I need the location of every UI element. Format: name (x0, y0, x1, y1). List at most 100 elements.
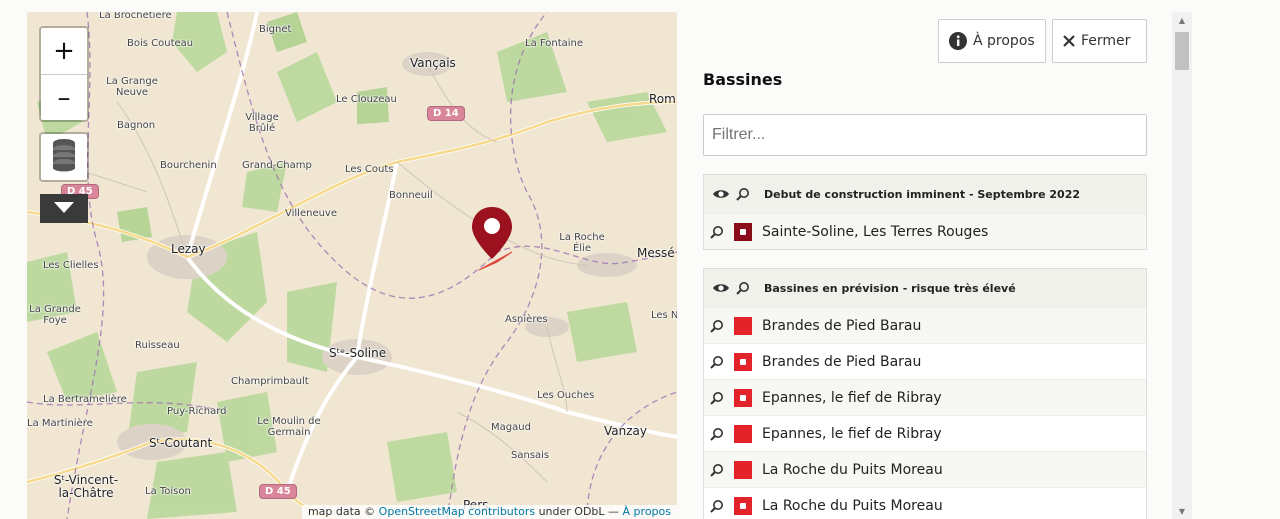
caret-down-icon (54, 199, 74, 218)
feature-label[interactable]: Sainte-Soline, Les Terres Rouges (762, 224, 988, 240)
place-label: Sᵗ-Coutant (149, 436, 213, 450)
place-label: Village Brûlé (245, 112, 279, 134)
place-label: La Martinière (27, 418, 93, 429)
place-label: Grand-Champ (242, 160, 312, 171)
place-label: La Grange Neuve (106, 76, 158, 98)
place-label: Asnières (505, 314, 548, 325)
zoom-to-icon[interactable] (710, 355, 730, 369)
place-label: La Brochetière (99, 12, 172, 21)
zoom-to-icon[interactable] (710, 391, 730, 405)
map-marker[interactable] (470, 205, 514, 265)
road-shield: D 14 (427, 106, 465, 121)
layers-button[interactable] (39, 132, 89, 182)
place-label: Bignet (259, 24, 292, 35)
layer-group-title: Bassines en prévision - risque très élev… (764, 281, 1016, 295)
feature-label[interactable]: La Roche du Puits Moreau (762, 498, 943, 514)
zoom-to-icon[interactable] (710, 463, 730, 477)
place-label: La Grande Foye (29, 304, 81, 326)
place-label: Vançais (410, 56, 456, 70)
place-label: La Toison (145, 486, 191, 497)
close-label: Fermer (1081, 33, 1131, 49)
place-label: Bois Couteau (127, 38, 194, 49)
point-swatch-icon (734, 222, 752, 241)
panel-title: Bassines (703, 70, 783, 89)
feature-row[interactable]: Brandes de Pied Barau (704, 307, 1146, 343)
scroll-thumb[interactable] (1175, 32, 1189, 70)
feature-row[interactable]: Epannes, le fief de Ribray (704, 379, 1146, 415)
feature-row[interactable]: La Roche du Puits Moreau (704, 451, 1146, 487)
feature-row[interactable]: Sainte-Soline, Les Terres Rouges (704, 213, 1146, 249)
place-label: Le Moulin de Germain (257, 416, 321, 438)
place-label: Les Couts (345, 164, 394, 175)
feature-row[interactable]: Brandes de Pied Barau (704, 343, 1146, 379)
map[interactable]: La Brochetière Bois Couteau Bignet Vança… (27, 12, 677, 519)
more-layers-button[interactable] (40, 194, 88, 223)
zoom-to-icon[interactable] (736, 281, 750, 295)
place-label: Magaud (491, 422, 531, 433)
close-button[interactable]: Fermer (1052, 19, 1147, 63)
zoom-out-button[interactable]: – (41, 74, 87, 120)
place-label: Lezay (171, 242, 206, 256)
about-label: À propos (973, 33, 1035, 49)
about-button[interactable]: À propos (938, 19, 1046, 63)
layer-group-header: Bassines en prévision - risque très élev… (704, 269, 1146, 307)
zoom-to-icon[interactable] (710, 499, 730, 513)
close-icon (1063, 35, 1075, 47)
place-label: Le Clouzeau (336, 94, 397, 105)
filter-input[interactable] (703, 114, 1147, 156)
eye-icon[interactable] (712, 282, 730, 294)
info-circle-icon (949, 32, 967, 50)
scroll-down-icon[interactable]: ▼ (1172, 503, 1192, 519)
layer-group-header: Debut de construction imminent - Septemb… (704, 175, 1146, 213)
place-label: Puy-Richard (167, 406, 227, 417)
polygon-swatch-icon (734, 460, 752, 479)
place-label: Sᵗᵉ-Soline (329, 346, 387, 360)
osm-link[interactable]: OpenStreetMap contributors (379, 505, 535, 518)
feature-label[interactable]: Brandes de Pied Barau (762, 354, 921, 370)
app: La Brochetière Bois Couteau Bignet Vança… (0, 0, 1280, 519)
place-label: Champrimbault (231, 376, 309, 387)
polygon-swatch-icon (734, 316, 752, 335)
eye-icon[interactable] (712, 188, 730, 200)
place-label: Les N (651, 310, 677, 321)
zoom-to-icon[interactable] (710, 427, 730, 441)
place-label: Rom (649, 92, 676, 106)
zoom-to-icon[interactable] (710, 225, 730, 239)
feature-label[interactable]: Epannes, le fief de Ribray (762, 390, 942, 406)
place-label: Villeneuve (285, 208, 338, 219)
layer-group-title: Debut de construction imminent - Septemb… (764, 187, 1080, 201)
map-attribution: map data © OpenStreetMap contributors un… (301, 505, 677, 519)
attribution-about-link[interactable]: À propos (623, 505, 671, 518)
place-label: Les Clielles (43, 260, 99, 271)
zoom-to-icon[interactable] (736, 187, 750, 201)
place-label: Messé (637, 246, 675, 260)
point-swatch-icon (734, 352, 752, 371)
layer-group: Bassines en prévision - risque très élev… (703, 268, 1147, 519)
place-label: La Fontaine (525, 38, 584, 49)
attribution-license: under ODbL (535, 505, 605, 518)
place-label: Vanzay (604, 424, 647, 438)
scroll-up-icon[interactable]: ▲ (1172, 12, 1192, 28)
attribution-prefix: map data © (307, 505, 379, 518)
place-label: Les Ouches (537, 390, 595, 401)
zoom-in-button[interactable]: + (41, 28, 87, 74)
polygon-swatch-icon (734, 424, 752, 443)
place-label: La Bertramelière (43, 394, 127, 405)
panel-scrollbar[interactable]: ▲ ▼ (1172, 12, 1192, 519)
side-panel: À propos Fermer Bassines Debut de constr… (677, 12, 1172, 519)
zoom-control: + – (39, 26, 89, 122)
feature-label[interactable]: Epannes, le fief de Ribray (762, 426, 942, 442)
place-label: Bonneuil (389, 190, 433, 201)
place-label: Sᵗ-Vincent-la-Châtre (53, 473, 119, 500)
point-swatch-icon (734, 388, 752, 407)
feature-label[interactable]: La Roche du Puits Moreau (762, 462, 943, 478)
feature-row[interactable]: La Roche du Puits Moreau (704, 487, 1146, 519)
feature-row[interactable]: Epannes, le fief de Ribray (704, 415, 1146, 451)
zoom-to-icon[interactable] (710, 319, 730, 333)
place-label: Ruisseau (135, 340, 180, 351)
panel-toolbar: À propos Fermer (938, 19, 1147, 63)
attribution-separator: — (604, 505, 623, 518)
place-label: Bagnon (117, 120, 156, 131)
place-label: Bourchenin (160, 160, 217, 171)
feature-label[interactable]: Brandes de Pied Barau (762, 318, 921, 334)
